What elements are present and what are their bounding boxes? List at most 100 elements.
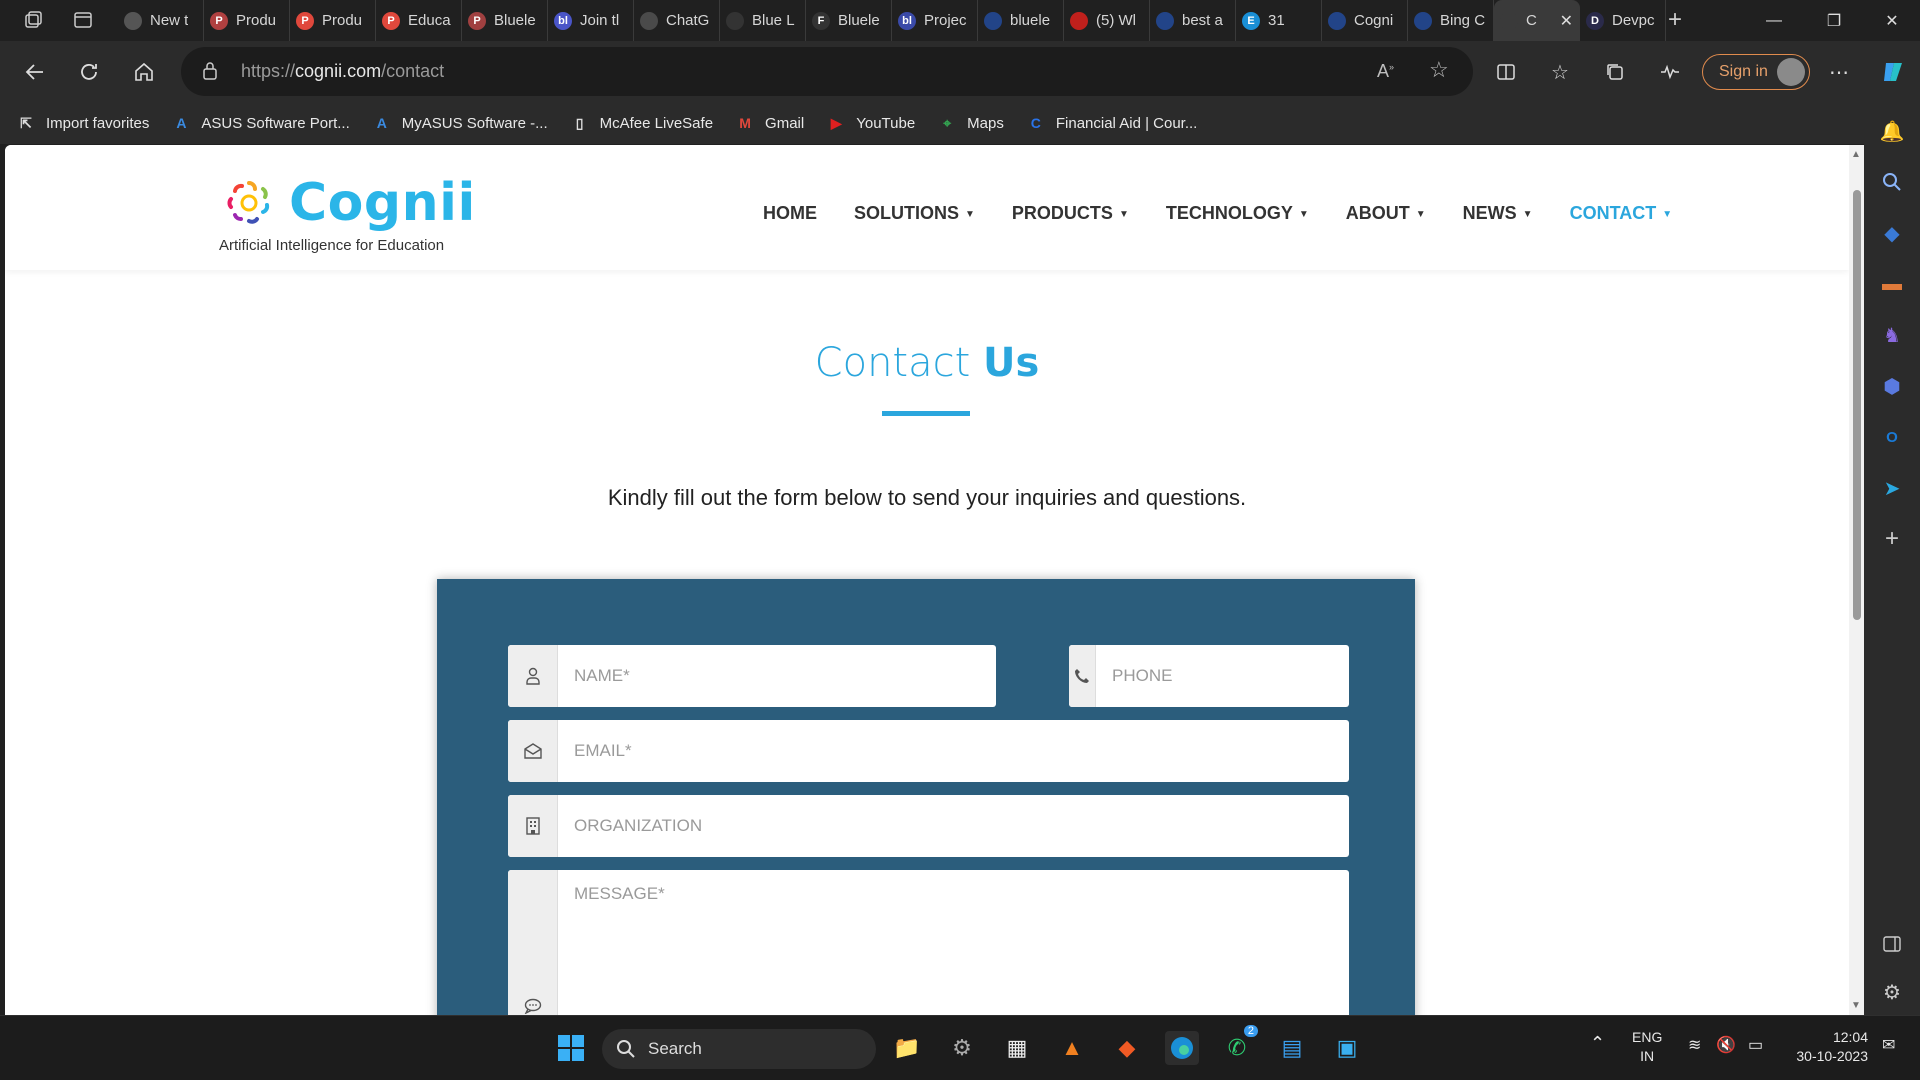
- home-button[interactable]: [127, 55, 161, 89]
- scroll-down-arrow-icon[interactable]: ▼: [1851, 1000, 1861, 1011]
- taskbar-search-box[interactable]: Search: [602, 1029, 876, 1069]
- shopping-tag-icon[interactable]: ◆: [1878, 219, 1906, 247]
- favorite-label: ASUS Software Port...: [201, 114, 350, 132]
- performance-icon[interactable]: [1653, 55, 1687, 89]
- settings-gear-icon[interactable]: ⚙: [1878, 978, 1906, 1006]
- favorites-bar: ⇱ Import favorites A ASUS Software Port... A…: [0, 102, 1920, 144]
- browser-tab[interactable]: ChatG: [634, 0, 720, 41]
- workspaces-icon[interactable]: [16, 4, 50, 36]
- browser-tab[interactable]: E 31: [1236, 0, 1322, 41]
- split-screen-icon[interactable]: [1489, 55, 1523, 89]
- microsoft-365-icon[interactable]: ⬢: [1878, 372, 1906, 400]
- show-hidden-icons-chevron-icon[interactable]: ⌃: [1590, 1034, 1605, 1053]
- file-explorer-icon[interactable]: 📁: [890, 1031, 924, 1065]
- drop-send-icon[interactable]: ➤: [1878, 474, 1906, 502]
- message-textarea[interactable]: [558, 870, 1349, 1015]
- notification-center-icon[interactable]: ✉: [1882, 1036, 1895, 1055]
- close-tab-icon[interactable]: ✕: [1560, 11, 1573, 31]
- vlc-icon[interactable]: ▲: [1055, 1031, 1089, 1065]
- tab-actions-icon[interactable]: [66, 4, 100, 36]
- browser-tab[interactable]: best a: [1150, 0, 1236, 41]
- nav-about[interactable]: ABOUT ▼: [1346, 203, 1426, 224]
- page-scrollbar[interactable]: ▲ ▼: [1849, 145, 1864, 1015]
- edge-browser-icon[interactable]: [1165, 1031, 1199, 1065]
- settings-app-icon[interactable]: ⚙: [945, 1031, 979, 1065]
- close-window-button[interactable]: ✕: [1862, 0, 1920, 41]
- outlook-icon[interactable]: O: [1878, 423, 1906, 451]
- browser-tab[interactable]: P Produ: [204, 0, 290, 41]
- favorite-item[interactable]: ⌖ Maps: [937, 113, 1004, 133]
- whatsapp-icon[interactable]: ✆ 2: [1220, 1025, 1258, 1065]
- browser-tab[interactable]: F Bluele: [806, 0, 892, 41]
- browser-tab[interactable]: Blue L: [720, 0, 806, 41]
- microsoft-store-icon[interactable]: ▦: [1000, 1031, 1034, 1065]
- browser-tab[interactable]: P Educa: [376, 0, 462, 41]
- favorite-label: Import favorites: [46, 114, 150, 132]
- browser-tab[interactable]: Cogni: [1322, 0, 1408, 41]
- favorite-item[interactable]: ▯ McAfee LiveSafe: [570, 113, 713, 133]
- favorite-item[interactable]: M Gmail: [735, 113, 804, 133]
- windows-start-icon[interactable]: [554, 1031, 588, 1065]
- sidebar-toggle-icon[interactable]: [1878, 930, 1906, 958]
- tools-briefcase-icon[interactable]: ▬: [1878, 270, 1906, 298]
- favorite-item[interactable]: A ASUS Software Port...: [171, 113, 349, 133]
- scroll-up-arrow-icon[interactable]: ▲: [1851, 149, 1861, 160]
- add-sidebar-app-icon[interactable]: +: [1878, 525, 1906, 553]
- browser-tab[interactable]: bl Join tl: [548, 0, 634, 41]
- nav-news[interactable]: NEWS ▼: [1463, 203, 1533, 224]
- back-button[interactable]: [18, 55, 52, 89]
- favorite-item[interactable]: C Financial Aid | Cour...: [1026, 113, 1198, 133]
- browser-tab[interactable]: bluele: [978, 0, 1064, 41]
- browser-tab[interactable]: (5) Wl: [1064, 0, 1150, 41]
- games-icon[interactable]: ♞: [1878, 321, 1906, 349]
- favorite-item[interactable]: ⇱ Import favorites: [16, 113, 149, 133]
- read-aloud-icon[interactable]: A»: [1377, 61, 1394, 82]
- nav-contact[interactable]: CONTACT ▼: [1570, 203, 1673, 224]
- clock[interactable]: 12:04 30-10-2023: [1784, 1028, 1868, 1066]
- email-input[interactable]: [558, 720, 1349, 782]
- tab-favicon-icon: [1070, 11, 1088, 30]
- refresh-button[interactable]: [72, 55, 106, 89]
- new-tab-button[interactable]: +: [1658, 4, 1692, 36]
- brave-browser-icon[interactable]: ◆: [1110, 1031, 1144, 1065]
- browser-tab[interactable]: P Produ: [290, 0, 376, 41]
- address-bar[interactable]: https://cognii.com/contact A» ☆: [181, 47, 1473, 96]
- favorite-item[interactable]: ▶ YouTube: [826, 113, 915, 133]
- restore-button[interactable]: ❐: [1804, 0, 1864, 41]
- sign-in-button[interactable]: Sign in: [1702, 54, 1810, 90]
- battery-icon[interactable]: ▭: [1748, 1036, 1763, 1055]
- language-indicator[interactable]: ENG IN: [1632, 1028, 1662, 1066]
- favorite-item[interactable]: A MyASUS Software -...: [372, 113, 548, 133]
- nav-technology[interactable]: TECHNOLOGY ▼: [1166, 203, 1309, 224]
- nav-products[interactable]: PRODUCTS ▼: [1012, 203, 1129, 224]
- favorites-icon[interactable]: ☆: [1543, 55, 1577, 89]
- browser-tab[interactable]: C ✕: [1494, 0, 1580, 41]
- browser-tab[interactable]: P Bluele: [462, 0, 548, 41]
- volume-muted-icon[interactable]: 🔇: [1716, 1036, 1736, 1055]
- name-input[interactable]: [558, 645, 996, 707]
- photos-app-icon[interactable]: ▣: [1330, 1031, 1364, 1065]
- more-menu-icon[interactable]: ⋯: [1822, 55, 1856, 89]
- browser-tab[interactable]: bl Projec: [892, 0, 978, 41]
- browser-tab[interactable]: Bing C: [1408, 0, 1494, 41]
- bell-icon[interactable]: 🔔: [1878, 117, 1906, 145]
- minimize-button[interactable]: —: [1744, 0, 1804, 41]
- browser-tab[interactable]: New t: [118, 0, 204, 41]
- search-icon[interactable]: [1878, 168, 1906, 196]
- collections-icon[interactable]: [1598, 55, 1632, 89]
- phone-input[interactable]: [1096, 645, 1349, 707]
- copilot-icon[interactable]: [1876, 55, 1910, 89]
- organization-input[interactable]: [558, 795, 1349, 857]
- tab-title: Blue L: [752, 12, 795, 29]
- page-title: Contact Us: [814, 340, 1040, 386]
- wifi-icon[interactable]: ≋: [1688, 1036, 1701, 1055]
- edge-sidebar: 🔔 ◆ ▬ ♞ ⬢ O ➤ + ⚙: [1864, 102, 1920, 1015]
- lock-icon[interactable]: [201, 61, 219, 86]
- scrollbar-thumb[interactable]: [1853, 190, 1861, 620]
- favorite-star-icon[interactable]: ☆: [1429, 57, 1449, 83]
- nav-home[interactable]: HOME: [763, 203, 817, 224]
- notepad-icon[interactable]: ▤: [1275, 1031, 1309, 1065]
- gmail-icon: M: [739, 115, 751, 131]
- browser-tab[interactable]: D Devpc: [1580, 0, 1666, 41]
- nav-solutions[interactable]: SOLUTIONS ▼: [854, 203, 975, 224]
